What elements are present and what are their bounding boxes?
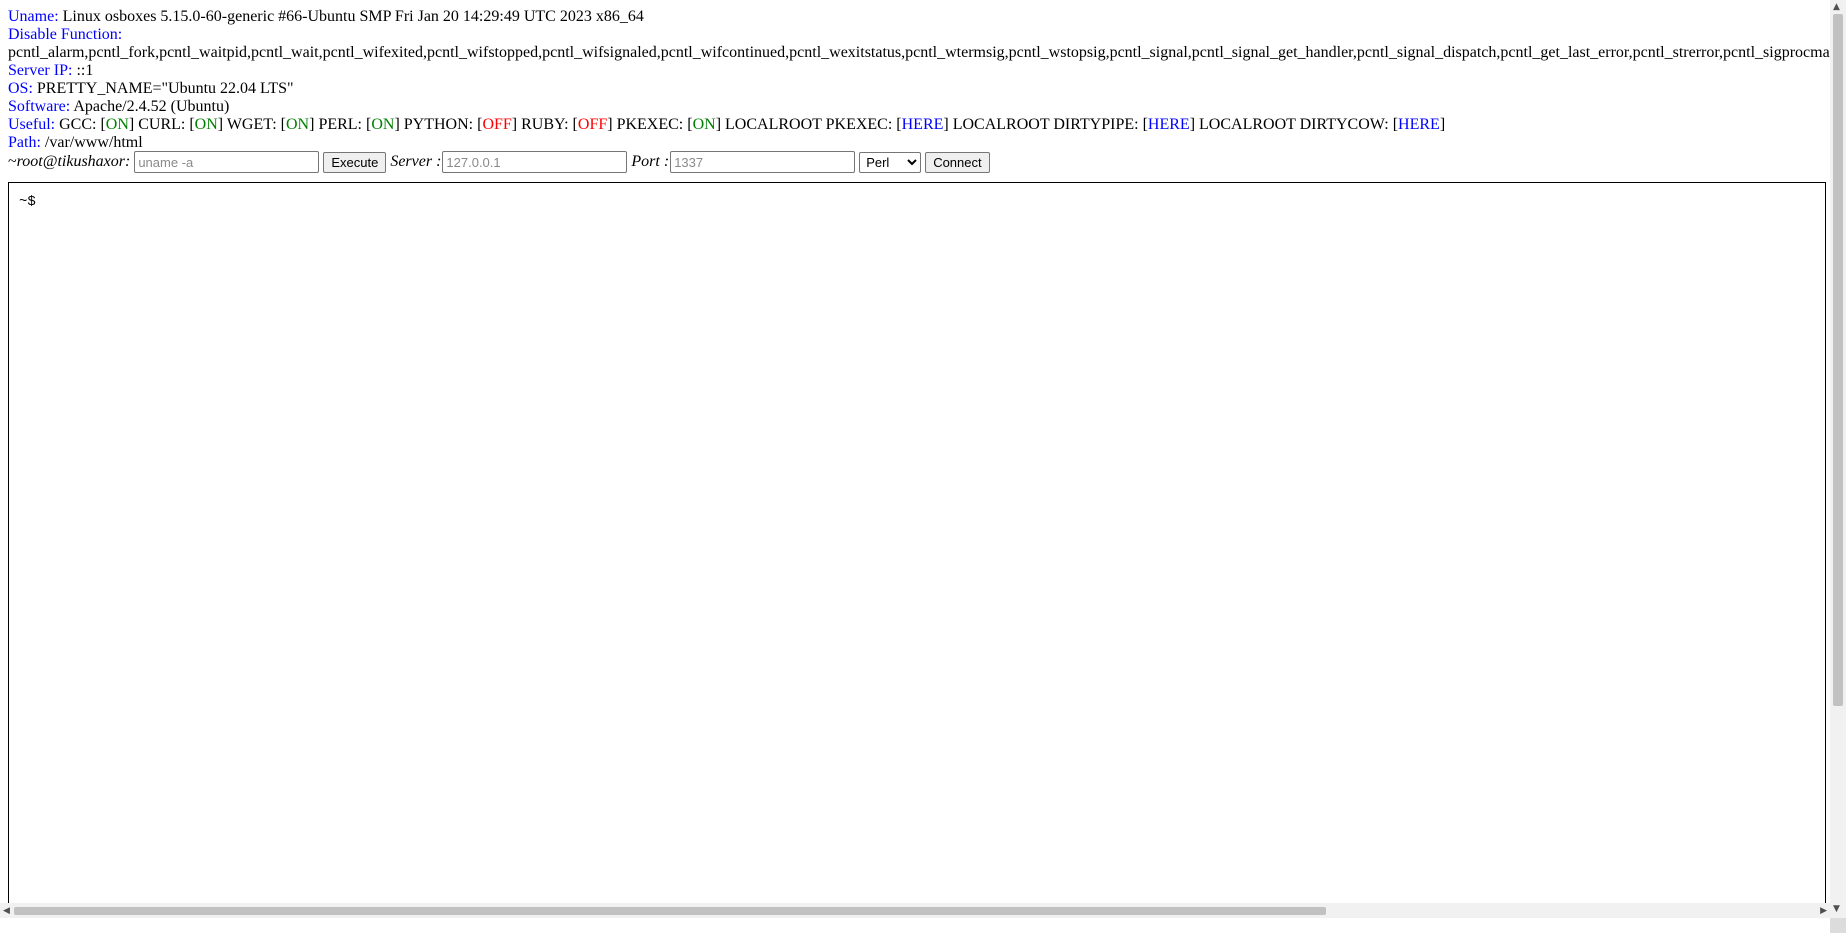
python-text: ] PYTHON: [	[394, 116, 483, 133]
server-ip-value: ::1	[72, 62, 94, 79]
uname-line: Uname: Linux osboxes 5.15.0-60-generic #…	[8, 8, 1830, 26]
useful-label: Useful:	[8, 116, 56, 133]
os-value: PRETTY_NAME="Ubuntu 22.04 LTS"	[32, 80, 294, 97]
page: Uname: Linux osboxes 5.15.0-60-generic #…	[0, 0, 1830, 918]
command-input[interactable]	[134, 151, 320, 173]
server-ip-label: Server IP:	[8, 62, 73, 79]
port-input[interactable]	[670, 151, 856, 173]
uname-label: Uname:	[8, 8, 59, 25]
command-bar: ~root@tikushaxor: Execute Server : Port …	[8, 151, 990, 173]
disable-function-label: Disable Function:	[8, 26, 123, 43]
server-input[interactable]	[442, 151, 628, 173]
gcc-status: ON	[105, 116, 129, 133]
horizontal-scrollbar[interactable]: ◀ ▶	[0, 903, 1830, 918]
localroot-dirtypipe-link[interactable]: HERE	[1148, 116, 1190, 133]
path-line: Path: /var/www/html	[8, 134, 1830, 152]
scroll-right-arrow-icon[interactable]: ▶	[1820, 906, 1827, 916]
software-label: Software:	[8, 98, 71, 115]
vertical-scrollbar[interactable]: ▲ ▼	[1830, 0, 1846, 918]
path-value: /var/www/html	[40, 134, 143, 151]
scroll-down-arrow-icon[interactable]: ▼	[1833, 904, 1840, 914]
connect-button[interactable]: Connect	[925, 151, 990, 173]
server-label: Server :	[390, 153, 442, 170]
useful-line: Useful: GCC: [ON] CURL: [ON] WGET: [ON] …	[8, 116, 1830, 134]
pkexec-text: ] PKEXEC: [	[607, 116, 693, 133]
system-info: Uname: Linux osboxes 5.15.0-60-generic #…	[8, 8, 1830, 152]
useful-close-bracket: ]	[1439, 116, 1446, 133]
scroll-up-arrow-icon[interactable]: ▲	[1833, 2, 1840, 12]
execute-button[interactable]: Execute	[323, 151, 387, 173]
terminal-output[interactable]: ~$	[8, 182, 1826, 918]
horizontal-scroll-thumb[interactable]	[14, 907, 1326, 915]
gcc-text: GCC: [	[55, 116, 106, 133]
os-line: OS: PRETTY_NAME="Ubuntu 22.04 LTS"	[8, 80, 1830, 98]
vertical-scroll-thumb[interactable]	[1833, 14, 1843, 706]
localroot-dirtypipe-text: ] LOCALROOT DIRTYPIPE: [	[943, 116, 1148, 133]
perl-text: ] PERL: [	[309, 116, 372, 133]
disable-function-line: pcntl_alarm,pcntl_fork,pcntl_waitpid,pcn…	[8, 44, 1830, 62]
python-status: OFF	[482, 116, 512, 133]
curl-status: ON	[194, 116, 218, 133]
disable-function-label-line: Disable Function:	[8, 26, 1830, 44]
server-ip-line: Server IP: ::1	[8, 62, 1830, 80]
ruby-status: OFF	[577, 116, 608, 133]
path-label: Path:	[8, 134, 41, 151]
os-label: OS:	[8, 80, 33, 97]
localroot-dirtycow-link[interactable]: HERE	[1398, 116, 1440, 133]
localroot-pkexec-text: ] LOCALROOT PKEXEC: [	[715, 116, 902, 133]
software-line: Software: Apache/2.4.52 (Ubuntu)	[8, 98, 1830, 116]
scrollbar-corner	[1830, 918, 1846, 933]
language-select[interactable]: Perl	[859, 151, 922, 173]
port-label: Port :	[631, 153, 670, 170]
ruby-text: ] RUBY: [	[511, 116, 578, 133]
prompt-prefix: ~	[8, 153, 17, 170]
wget-text: ] WGET: [	[217, 116, 286, 133]
terminal-prompt: ~$	[19, 194, 36, 210]
pkexec-status: ON	[692, 116, 716, 133]
localroot-pkexec-link[interactable]: HERE	[902, 116, 944, 133]
scroll-left-arrow-icon[interactable]: ◀	[3, 906, 10, 916]
software-value: Apache/2.4.52 (Ubuntu)	[70, 98, 230, 115]
uname-value: Linux osboxes 5.15.0-60-generic #66-Ubun…	[58, 8, 644, 25]
perl-status: ON	[371, 116, 395, 133]
wget-status: ON	[286, 116, 310, 133]
disable-function-value: pcntl_alarm,pcntl_fork,pcntl_waitpid,pcn…	[8, 44, 1830, 61]
prompt-user: root@tikushaxor:	[16, 153, 131, 170]
curl-text: ] CURL: [	[128, 116, 195, 133]
localroot-dirtycow-text: ] LOCALROOT DIRTYCOW: [	[1189, 116, 1399, 133]
